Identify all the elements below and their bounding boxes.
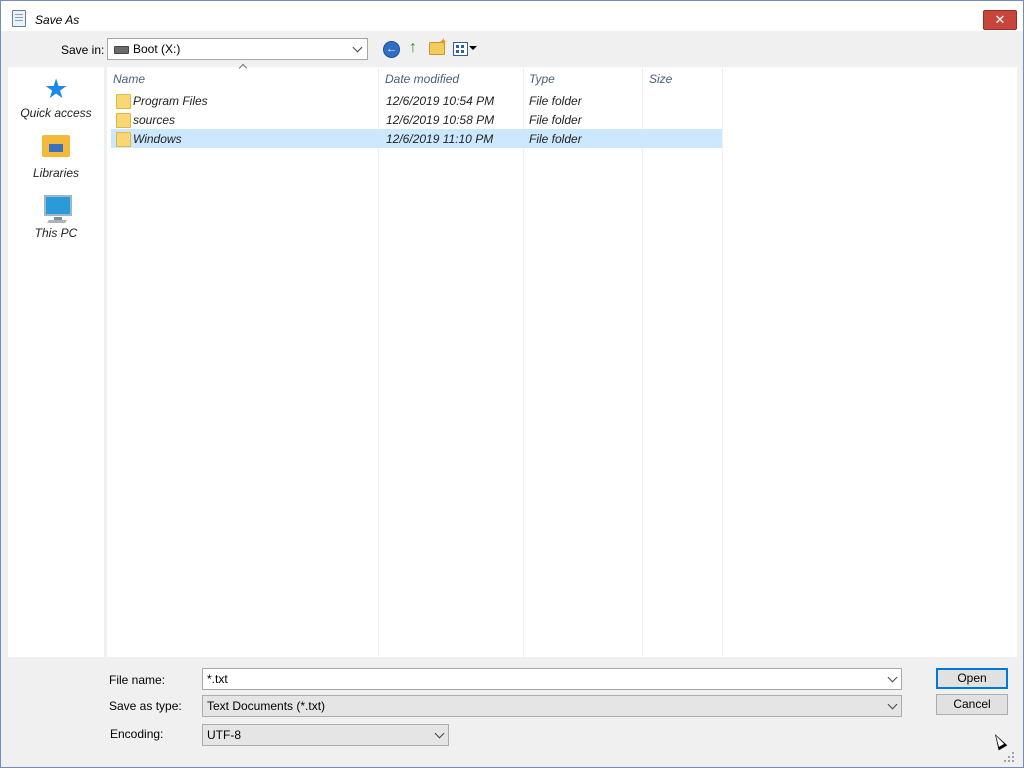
star-icon: ★ [44, 74, 69, 104]
places-bar: ★ Quick access Libraries This PC [8, 67, 104, 657]
file-type: File folder [529, 132, 582, 146]
file-date: 12/6/2019 10:58 PM [386, 113, 495, 127]
file-name: Program Files [133, 94, 208, 108]
computer-icon [44, 195, 72, 216]
chevron-down-icon [352, 42, 363, 53]
drive-icon [114, 46, 129, 54]
save-as-type-select[interactable]: Text Documents (*.txt) [202, 695, 902, 717]
libraries-icon [42, 135, 70, 157]
file-row[interactable]: sources 12/6/2019 10:58 PM File folder [111, 110, 722, 129]
column-divider [722, 67, 723, 657]
chevron-down-icon [434, 728, 445, 739]
place-label: Libraries [32, 166, 80, 180]
file-date: 12/6/2019 10:54 PM [386, 94, 495, 108]
save-in-dropdown[interactable]: Boot (X:) [107, 38, 368, 60]
back-icon[interactable]: ← [383, 41, 400, 58]
open-button[interactable]: Open [936, 668, 1008, 689]
file-list[interactable]: Name Date modified Type Size Program Fil… [107, 63, 1017, 657]
place-this-pc[interactable]: This PC [8, 187, 104, 247]
column-divider [642, 67, 643, 657]
file-type: File folder [529, 113, 582, 127]
column-header-name[interactable]: Name [113, 72, 145, 86]
save-in-value: Boot (X:) [133, 42, 181, 56]
file-name: sources [133, 113, 176, 127]
column-header-date[interactable]: Date modified [385, 72, 459, 86]
place-libraries[interactable]: Libraries [8, 127, 104, 187]
encoding-value: UTF-8 [207, 728, 241, 742]
column-header-size[interactable]: Size [649, 72, 672, 86]
place-label: Quick access [20, 106, 92, 120]
save-in-label: Save in: [61, 43, 105, 57]
file-date: 12/6/2019 11:10 PM [386, 132, 494, 146]
file-row-selected[interactable]: Windows 12/6/2019 11:10 PM File folder [111, 129, 722, 148]
file-row[interactable]: Program Files 12/6/2019 10:54 PM File fo… [111, 91, 722, 110]
file-name: Windows [133, 132, 182, 146]
encoding-label: Encoding: [110, 727, 164, 741]
place-quick-access[interactable]: ★ Quick access [8, 67, 104, 127]
folder-icon [116, 113, 131, 128]
file-name-label: File name: [109, 673, 166, 687]
file-name-value: *.txt [207, 672, 228, 686]
file-type: File folder [529, 94, 582, 108]
notepad-icon [12, 10, 26, 27]
column-divider [378, 67, 379, 657]
computer-base [47, 220, 67, 223]
place-label: This PC [34, 226, 78, 240]
encoding-select[interactable]: UTF-8 [202, 724, 449, 746]
views-dropdown-arrow-icon[interactable] [469, 46, 477, 50]
close-button[interactable]: ✕ [983, 10, 1017, 30]
new-folder-icon[interactable]: ✦ [429, 37, 447, 55]
title-bar[interactable]: Save As ✕ [1, 1, 1023, 31]
resize-grip-icon[interactable] [1004, 752, 1014, 762]
folder-icon [116, 132, 131, 147]
window-title: Save As [35, 13, 80, 27]
chevron-down-icon [887, 699, 898, 710]
column-header-type[interactable]: Type [529, 72, 555, 86]
save-as-type-value: Text Documents (*.txt) [207, 699, 326, 713]
views-menu-icon[interactable] [453, 42, 468, 56]
up-folder-icon[interactable]: ↑ [405, 40, 421, 58]
chevron-down-icon[interactable] [887, 672, 898, 683]
save-as-type-label: Save as type: [109, 699, 182, 713]
column-divider [523, 67, 524, 657]
cancel-button[interactable]: Cancel [936, 694, 1008, 715]
folder-icon [116, 94, 131, 109]
file-name-field[interactable]: *.txt [202, 668, 902, 690]
